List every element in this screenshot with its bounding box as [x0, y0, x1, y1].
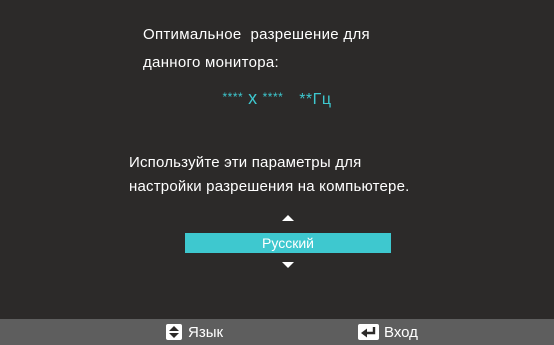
resolution-width: ****: [222, 90, 244, 104]
language-selector[interactable]: Русский: [185, 212, 391, 272]
up-down-arrows-icon: [166, 324, 182, 340]
resolution-display: **** x **** **Гц: [0, 88, 554, 109]
language-hint[interactable]: Язык: [166, 319, 223, 345]
enter-hint-label: Вход: [384, 323, 418, 341]
resolution-height: ****: [262, 90, 284, 104]
bottom-bar: Язык Вход: [0, 319, 554, 345]
arrow-down-icon[interactable]: [282, 262, 294, 268]
language-hint-label: Язык: [188, 323, 224, 341]
optimal-resolution-message-line2: данного монитора:: [143, 54, 279, 71]
resolution-refresh-rate: **Гц: [299, 91, 332, 108]
enter-return-icon: [358, 324, 379, 340]
enter-hint[interactable]: Вход: [358, 319, 418, 345]
resolution-separator: x: [248, 88, 258, 108]
arrow-up-icon[interactable]: [282, 215, 294, 221]
osd-screen: Оптимальное разрешение для данного монит…: [0, 0, 554, 345]
optimal-resolution-message-line1: Оптимальное разрешение для: [143, 26, 370, 43]
language-selected-option[interactable]: Русский: [185, 233, 391, 253]
usage-hint-line2: настройки разрешения на компьютере.: [129, 178, 410, 195]
usage-hint-line1: Используйте эти параметры для: [129, 154, 362, 171]
